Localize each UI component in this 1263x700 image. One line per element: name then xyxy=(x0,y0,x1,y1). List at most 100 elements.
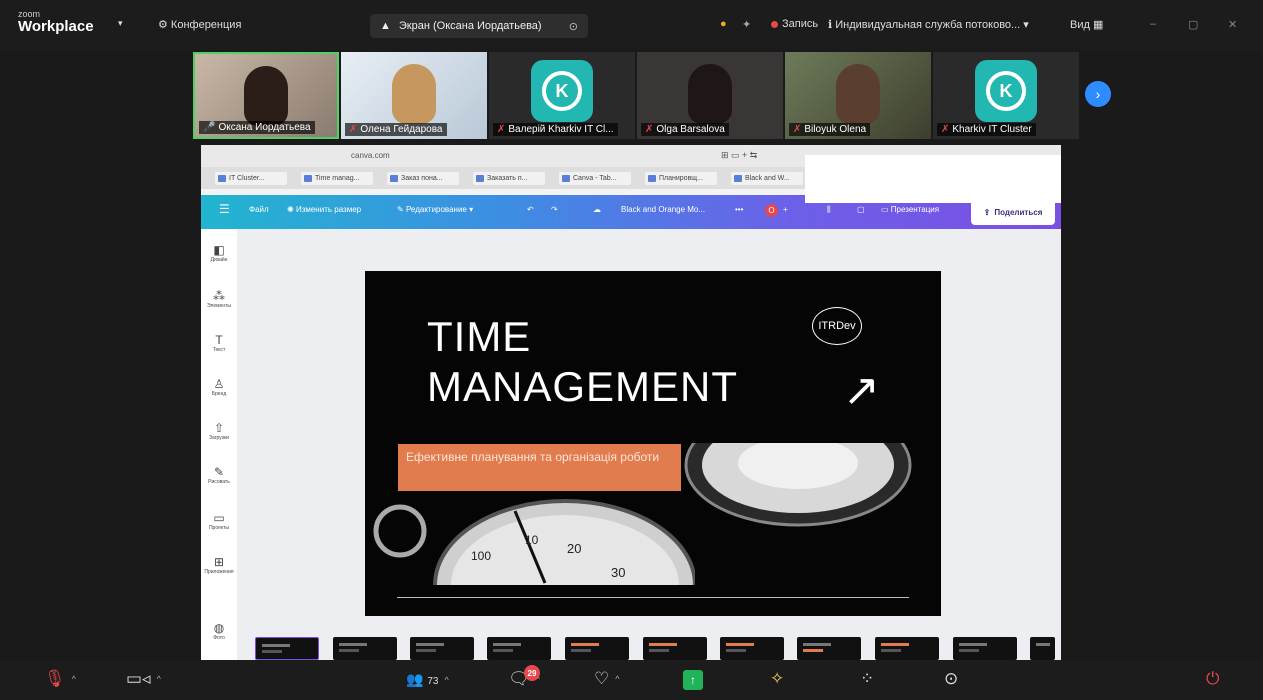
slide-thumbnail[interactable] xyxy=(255,637,319,660)
browser-url[interactable]: canva.com xyxy=(351,151,390,160)
slide-thumbnail[interactable] xyxy=(1030,637,1055,660)
apps-icon[interactable]: ⁘ xyxy=(860,670,874,687)
sidebar-item-projects[interactable]: ▭ Проекты xyxy=(203,511,235,531)
browser-toolbar-icons[interactable]: ⊞ ▭ + ⇆ xyxy=(721,150,757,161)
zoom-logo: zoom Workplace xyxy=(18,10,94,35)
sidebar-item-text[interactable]: T Текст xyxy=(203,333,235,353)
slide-thumbnail[interactable] xyxy=(410,637,474,660)
sparkle-icon[interactable]: ✦ xyxy=(742,18,751,31)
service-label: Индивидуальная служба потоково... xyxy=(835,19,1021,31)
text-icon: T xyxy=(215,333,223,347)
undo-icon[interactable]: ↶ xyxy=(527,205,534,214)
shield-icon[interactable]: ● xyxy=(720,18,727,30)
upload-icon: ⇧ xyxy=(213,421,225,435)
participant-tile[interactable]: 🎤 Оксана Иордатьева xyxy=(193,52,339,139)
participant-tile[interactable]: K ✗ Валерій Kharkiv IT Cl... xyxy=(489,52,635,139)
slide-thumbnail[interactable] xyxy=(797,637,861,660)
next-page-arrow-icon[interactable]: › xyxy=(1085,81,1111,107)
dial-number: 10 xyxy=(525,533,539,547)
sidebar-item-apps[interactable]: ⊞ Приложения xyxy=(203,555,235,575)
menu-icon[interactable]: ☰ xyxy=(219,202,230,216)
redo-icon[interactable]: ↷ xyxy=(551,205,558,214)
sidebar-item-uploads[interactable]: ⇧ Загрузки xyxy=(203,421,235,441)
minimize-icon[interactable]: – xyxy=(1150,18,1156,30)
maximize-icon[interactable]: ▢ xyxy=(1188,18,1198,31)
more-icon[interactable]: ••• xyxy=(735,205,743,214)
bookmark-tab[interactable]: Time manag... xyxy=(301,172,373,185)
view-button[interactable]: Вид ▦ xyxy=(1070,18,1103,31)
screen-share-pill[interactable]: ▲ Экран (Оксана Иордатьева) ⊙ xyxy=(370,14,588,38)
draw-icon: ✎ xyxy=(213,465,225,479)
reactions-icon[interactable]: ♡ ^ xyxy=(594,670,619,687)
cloud-icon[interactable]: ☁ xyxy=(593,205,601,214)
bookmark-tab[interactable]: Планировщ... xyxy=(645,172,717,185)
chat-badge: 29 xyxy=(524,665,540,681)
slide-thumbnail[interactable] xyxy=(875,637,939,660)
participant-tile[interactable]: ✗ Олена Гейдарова xyxy=(341,52,487,139)
slide-divider xyxy=(397,597,909,598)
slide-title-line2: MANAGEMENT xyxy=(427,363,739,410)
mic-muted-icon: ✗ xyxy=(941,124,950,135)
dial-number: 20 xyxy=(567,541,582,556)
live-stream-indicator[interactable]: ℹ Индивидуальная служба потоково... ▾ xyxy=(828,18,1029,31)
options-icon[interactable]: ⊙ xyxy=(569,20,578,33)
present-button[interactable]: ▭ Презентация xyxy=(881,205,939,214)
meeting-menu-label: Конференция xyxy=(170,19,242,31)
close-icon[interactable]: ✕ xyxy=(1228,18,1237,31)
recording-indicator[interactable]: Запись xyxy=(771,18,818,30)
sidebar-item-elements[interactable]: ⁂ Элементы xyxy=(203,289,235,309)
stats-icon[interactable]: ⫼ xyxy=(827,205,831,215)
blank-overlay xyxy=(805,155,1061,203)
record-label: Запись xyxy=(782,18,819,30)
slide-thumbnail[interactable] xyxy=(565,637,629,660)
participant-video xyxy=(392,64,436,124)
slide-thumbnail[interactable] xyxy=(487,637,551,660)
participant-video xyxy=(688,64,732,124)
sidebar-item-brand[interactable]: ♙ Бренд xyxy=(203,377,235,397)
file-menu[interactable]: Файл xyxy=(249,205,269,214)
zoom-top-bar: zoom Workplace ▾ ⚙ Конференция ▲ Экран (… xyxy=(0,0,1263,50)
dial-number: 100 xyxy=(471,549,492,563)
sidebar-item-photos[interactable]: ◍ Фото xyxy=(203,621,235,641)
participants-count: 73 xyxy=(427,676,439,687)
bookmark-tab[interactable]: Black and W... xyxy=(731,172,803,185)
participants-button[interactable]: 👥 73 ^ xyxy=(406,672,449,687)
bookmark-tab[interactable]: IT Cluster... xyxy=(215,172,287,185)
design-icon: ◧ xyxy=(213,243,225,257)
arrow-up-right-icon: ↗ xyxy=(843,366,880,415)
ai-companion-icon[interactable]: ✧ xyxy=(770,670,784,687)
sidebar-item-design[interactable]: ◧ Дизайн xyxy=(203,243,235,263)
add-icon[interactable]: + xyxy=(783,205,788,214)
participant-name: ✗ Олена Гейдарова xyxy=(345,123,447,136)
meeting-menu[interactable]: ⚙ Конференция xyxy=(158,18,241,31)
participant-tile[interactable]: ✗ Olga Barsalova xyxy=(637,52,783,139)
chevron-down-icon[interactable]: ▾ xyxy=(118,18,123,29)
presentation-slide[interactable]: TIME MANAGEMENT ↗ ITRDev Ефективне плану… xyxy=(365,271,941,616)
slide-thumbnail[interactable] xyxy=(643,637,707,660)
participant-video xyxy=(836,64,880,124)
slide-thumbnail[interactable] xyxy=(953,637,1017,660)
comment-icon[interactable]: ▢ xyxy=(857,205,865,214)
video-icon[interactable]: ▭◃ ^ xyxy=(126,670,161,687)
participant-tile[interactable]: K ✗ Kharkiv IT Cluster xyxy=(933,52,1079,139)
leave-meeting-icon[interactable]: ⏻ xyxy=(1206,670,1219,687)
participant-name: 🎤 Оксана Иордатьева xyxy=(199,121,315,134)
brand-icon: ♙ xyxy=(213,377,225,391)
bookmark-tab[interactable]: Canva - Tab... xyxy=(559,172,631,185)
share-screen-icon: ▲ xyxy=(380,20,391,32)
avatar[interactable]: O xyxy=(765,204,778,217)
participant-tile[interactable]: ✗ Biloyuk Olena xyxy=(785,52,931,139)
slide-thumbnail[interactable] xyxy=(720,637,784,660)
editing-button[interactable]: ✎ Редактирование ▾ xyxy=(397,205,473,214)
mic-muted-icon[interactable]: 🎙 ^ xyxy=(44,670,76,687)
sidebar-item-draw[interactable]: ✎ Рисовать xyxy=(203,465,235,485)
slide-thumbnail[interactable] xyxy=(333,637,397,660)
bookmark-tab[interactable]: Заказ пона... xyxy=(387,172,459,185)
share-screen-button[interactable]: ↑ xyxy=(683,670,703,690)
record-dot-icon xyxy=(771,20,778,28)
folder-icon: ▭ xyxy=(213,511,225,525)
more-options-icon[interactable]: ⊙ xyxy=(944,670,958,687)
bookmark-tab[interactable]: Заказать п... xyxy=(473,172,545,185)
resize-button[interactable]: ✺ Изменить размер xyxy=(287,205,361,214)
document-title[interactable]: Black and Orange Mo... xyxy=(621,205,705,214)
